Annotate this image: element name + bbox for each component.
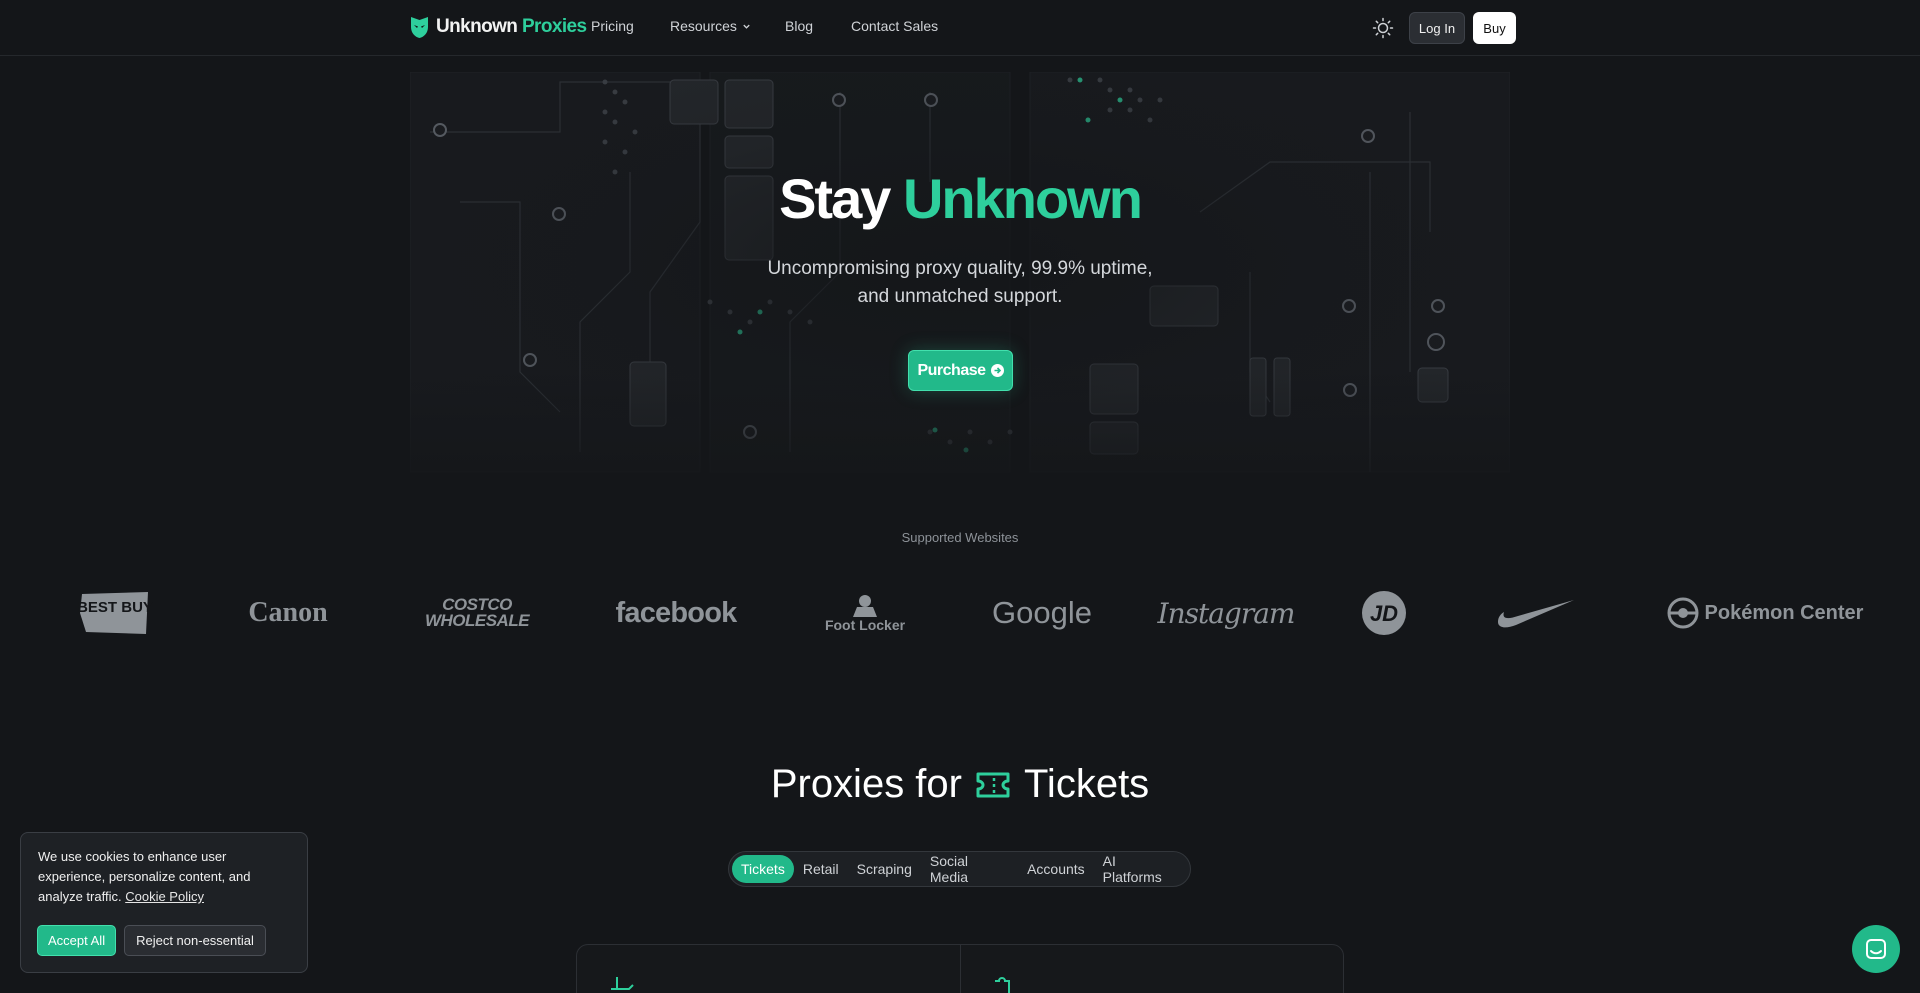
sun-icon[interactable]	[1372, 17, 1394, 39]
facebook-logo: facebook	[615, 596, 738, 629]
chat-icon	[1866, 939, 1886, 959]
footlocker-logo: Foot Locker	[815, 588, 915, 638]
nav-contact-sales[interactable]: Contact Sales	[851, 18, 938, 34]
cookie-banner: We use cookies to enhance user experienc…	[20, 832, 308, 973]
feature-card	[576, 944, 1344, 993]
nike-logo	[1495, 588, 1577, 638]
tab-scraping[interactable]: Scraping	[848, 855, 921, 883]
buy-button[interactable]: Buy	[1473, 12, 1516, 44]
supported-websites-label: Supported Websites	[901, 530, 1019, 545]
chevron-down-icon	[743, 24, 750, 29]
hero-subtitle: Uncompromising proxy quality, 99.9% upti…	[767, 258, 1153, 307]
pokeball-icon	[1667, 597, 1699, 629]
accept-all-button[interactable]: Accept All	[37, 925, 117, 956]
purchase-button-label: Purchase	[917, 361, 986, 379]
cookie-policy-link[interactable]: Cookie Policy	[125, 889, 204, 904]
nav-resources-label: Resources	[670, 18, 737, 34]
brand-logo[interactable]: Unknown Proxies	[409, 15, 587, 39]
top-navbar: Unknown Proxies Pricing Resources Blog C…	[0, 0, 1920, 56]
canon-logo: Canon	[248, 597, 328, 628]
svg-text:JD: JD	[1370, 601, 1398, 626]
puzzle-icon	[995, 977, 1010, 993]
nav-resources[interactable]: Resources	[670, 18, 751, 34]
tab-tickets[interactable]: Tickets	[732, 855, 794, 883]
chat-launcher-button[interactable]	[1852, 925, 1900, 973]
arrow-right-circle-icon	[990, 364, 1004, 377]
tab-ai-platforms[interactable]: AI Platforms	[1094, 853, 1187, 885]
tab-accounts[interactable]: Accounts	[1018, 855, 1094, 883]
section-title: Proxies for Tickets	[770, 762, 1150, 806]
purchase-button[interactable]: Purchase	[908, 350, 1013, 391]
ticket-icon	[976, 772, 1010, 797]
logo-mask-icon	[411, 17, 428, 38]
referee-icon	[853, 595, 877, 617]
tab-social-media[interactable]: Social Media	[921, 853, 1018, 885]
tab-retail[interactable]: Retail	[794, 855, 848, 883]
jd-logo: JD	[1360, 588, 1408, 638]
reject-non-essential-button[interactable]: Reject non-essential	[124, 925, 266, 956]
cookie-text: We use cookies to enhance user experienc…	[38, 849, 251, 904]
hero-title: Stay Unknown	[779, 167, 1143, 230]
nav-pricing[interactable]: Pricing	[591, 18, 634, 34]
google-logo: Google	[992, 595, 1092, 630]
plane-icon	[611, 977, 634, 990]
card-divider	[960, 945, 961, 993]
svg-text:BEST BUY: BEST BUY	[78, 599, 153, 616]
nav-blog[interactable]: Blog	[785, 18, 813, 34]
login-button[interactable]: Log In	[1409, 12, 1465, 44]
instagram-logo: Instagram	[1157, 596, 1296, 630]
costco-logo: COSTCO WHOLESALE	[424, 595, 530, 630]
brand-name: Unknown Proxies	[436, 16, 587, 37]
category-tabs: Tickets Retail Scraping Social Media Acc…	[728, 851, 1191, 887]
bestbuy-logo: BEST BUY	[78, 588, 153, 638]
pokemon-center-logo: Pokémon Center	[1663, 588, 1867, 638]
